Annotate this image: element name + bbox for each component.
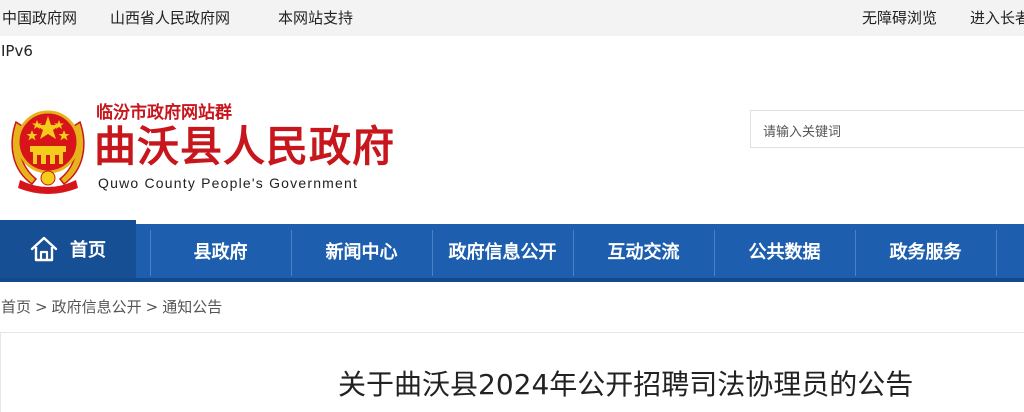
breadcrumb: 首页 > 政府信息公开 > 通知公告 (1, 296, 222, 317)
nav-item-services[interactable]: 政务服务 (855, 224, 996, 278)
nav-item-county-gov[interactable]: 县政府 (150, 224, 291, 278)
nav-item-home[interactable]: 首页 (0, 220, 136, 278)
breadcrumb-separator: > (35, 298, 48, 316)
nav-label-home: 首页 (70, 240, 106, 261)
site-title: 曲沃县人民政府 (94, 122, 396, 171)
breadcrumb-notices[interactable]: 通知公告 (162, 298, 222, 316)
article-title: 关于曲沃县2024年公开招聘司法协理员的公告 (338, 368, 914, 401)
search-input[interactable] (750, 110, 1024, 148)
breadcrumb-gov-info[interactable]: 政府信息公开 (52, 298, 142, 316)
nav-item-gov-info[interactable]: 政府信息公开 (432, 224, 573, 278)
link-accessibility[interactable]: 无障碍浏览 (862, 7, 937, 28)
link-china-gov[interactable]: 中国政府网 (2, 7, 77, 28)
home-icon (30, 236, 58, 262)
ipv6-label: IPv6 (1, 42, 33, 60)
nav-divider (996, 230, 997, 276)
site-subtitle: Quwo County People's Government (98, 175, 359, 191)
nav-item-news[interactable]: 新闻中心 (291, 224, 432, 278)
link-shanxi-gov[interactable]: 山西省人民政府网 (110, 7, 230, 28)
main-nav: 首页 县政府 新闻中心 政府信息公开 互动交流 公共数据 政务服务 (0, 220, 1024, 282)
nav-item-interaction[interactable]: 互动交流 (573, 224, 714, 278)
top-utility-bar: 中国政府网 山西省人民政府网 本网站支持 无障碍浏览 进入长者 (0, 0, 1024, 36)
link-site-support[interactable]: 本网站支持 (278, 7, 353, 28)
breadcrumb-home[interactable]: 首页 (1, 298, 31, 316)
site-group-label: 临汾市政府网站群 (96, 103, 232, 123)
link-elder-mode[interactable]: 进入长者 (970, 7, 1024, 28)
nav-item-public-data[interactable]: 公共数据 (714, 224, 855, 278)
national-emblem-icon (11, 110, 85, 194)
breadcrumb-separator: > (145, 298, 159, 316)
